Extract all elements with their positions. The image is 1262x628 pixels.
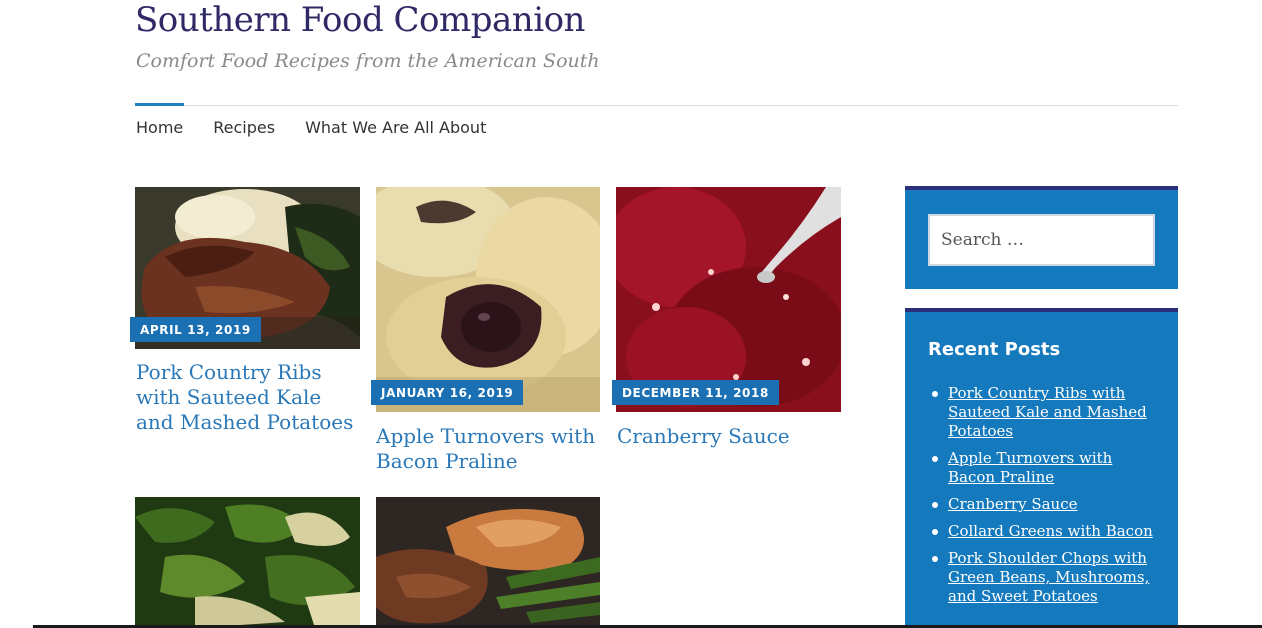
recent-posts-list: Pork Country Ribs with Sauteed Kale and … [928, 384, 1158, 614]
recent-posts-widget: Recent Posts Pork Country Ribs with Saut… [905, 308, 1178, 628]
main-nav: Home Recipes What We Are All About [136, 118, 486, 137]
post-date-badge[interactable]: DECEMBER 11, 2018 [612, 380, 779, 405]
recent-posts-heading: Recent Posts [928, 339, 1061, 360]
site-title[interactable]: Southern Food Companion [135, 0, 585, 40]
list-item: Pork Country Ribs with Sauteed Kale and … [928, 384, 1158, 441]
post-title-link[interactable]: Cranberry Sauce [617, 424, 842, 449]
post-date-badge[interactable]: JANUARY 16, 2019 [371, 380, 524, 405]
recent-post-link[interactable]: Apple Turnovers with Bacon Praline [948, 449, 1112, 486]
nav-active-indicator [135, 103, 184, 106]
recent-post-link[interactable]: Pork Country Ribs with Sauteed Kale and … [948, 384, 1147, 440]
nav-item-recipes[interactable]: Recipes [213, 118, 275, 137]
post-title-link[interactable]: Pork Country Ribs with Sauteed Kale and … [136, 360, 361, 435]
site-tagline: Comfort Food Recipes from the American S… [136, 50, 600, 72]
nav-divider [135, 105, 1178, 106]
list-item: Apple Turnovers with Bacon Praline [928, 449, 1158, 487]
nav-item-home[interactable]: Home [136, 118, 183, 137]
recent-post-link[interactable]: Collard Greens with Bacon [948, 522, 1153, 540]
post-thumbnail-pork-chops[interactable] [376, 497, 600, 628]
recent-post-link[interactable]: Cranberry Sauce [948, 495, 1077, 513]
nav-item-about[interactable]: What We Are All About [305, 118, 486, 137]
post-thumbnail-cranberry-sauce[interactable] [616, 187, 841, 412]
list-item: Cranberry Sauce [928, 495, 1158, 514]
post-date-badge[interactable]: APRIL 13, 2019 [130, 317, 261, 342]
list-item: Collard Greens with Bacon [928, 522, 1158, 541]
search-widget: Search … [905, 186, 1178, 289]
recent-post-link[interactable]: Pork Shoulder Chops with Green Beans, Mu… [948, 549, 1149, 605]
search-input[interactable]: Search … [928, 214, 1155, 266]
post-thumbnail-collard-greens[interactable] [135, 497, 360, 628]
post-title-link[interactable]: Apple Turnovers with Bacon Praline [376, 424, 600, 474]
list-item: Pork Shoulder Chops with Green Beans, Mu… [928, 549, 1158, 606]
post-thumbnail-apple-turnover[interactable] [376, 187, 600, 412]
